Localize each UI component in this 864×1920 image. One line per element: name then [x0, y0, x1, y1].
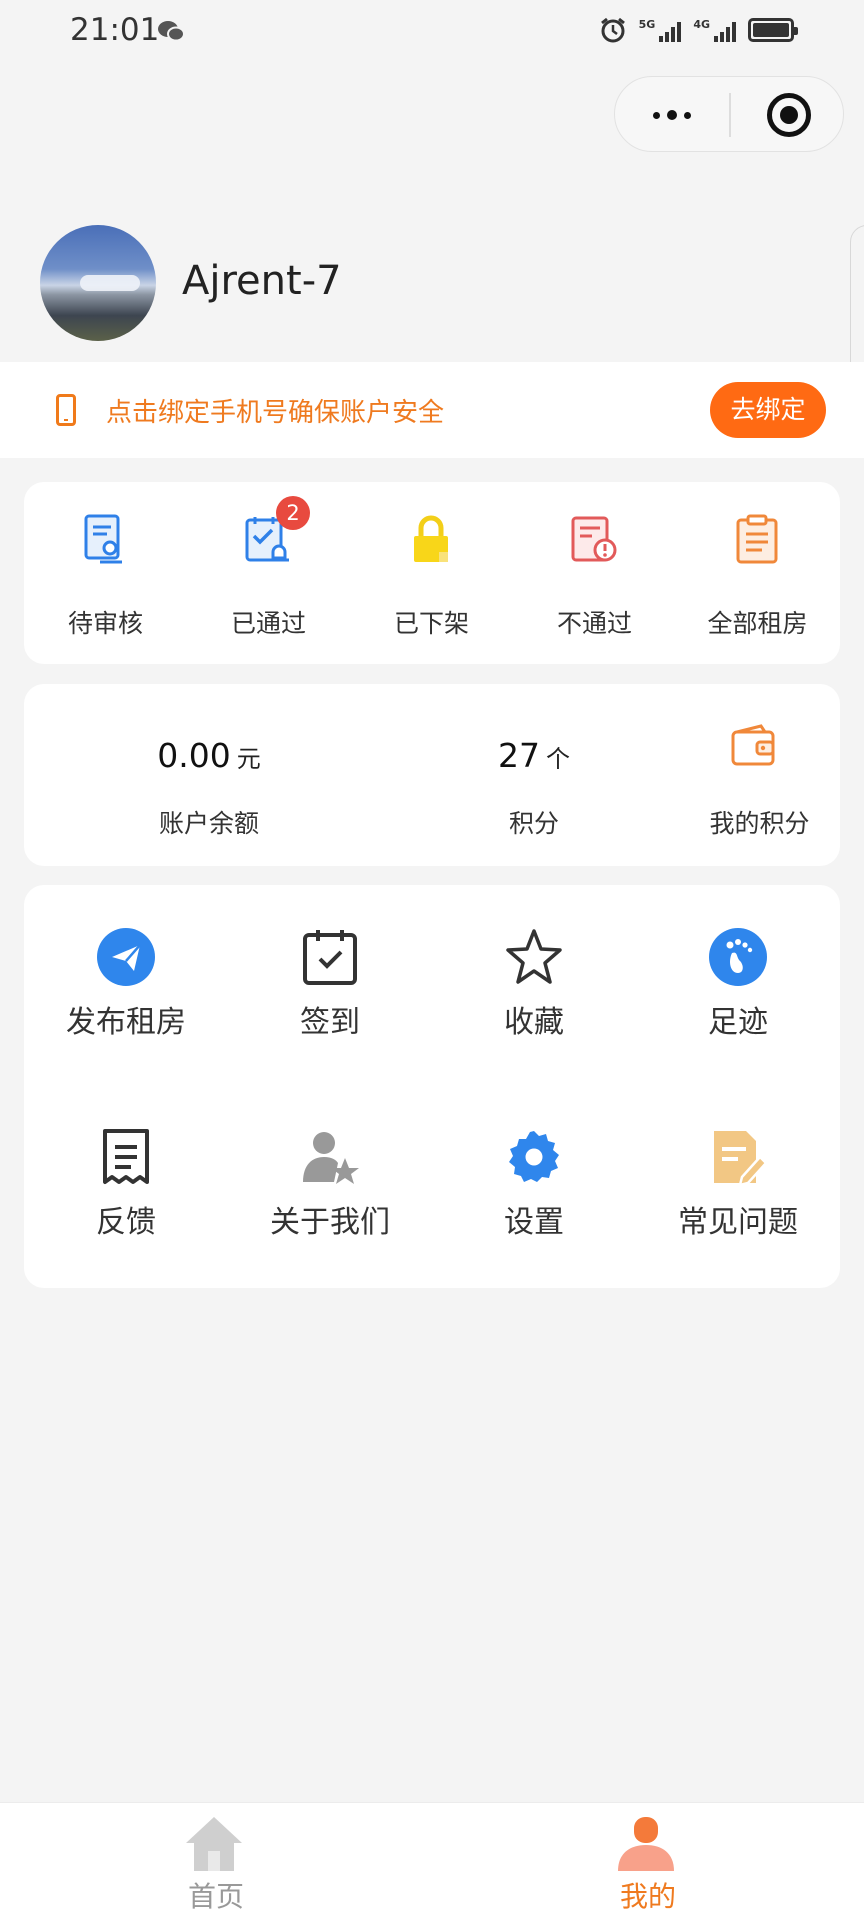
points-column[interactable]: 27 个 积分 — [389, 684, 679, 866]
status-time: 21:01 — [70, 12, 160, 48]
menu-publish-rental[interactable]: 发布租房 — [24, 885, 228, 1055]
receipt-icon — [103, 1129, 149, 1184]
points-unit: 个 — [546, 745, 570, 773]
send-icon — [97, 928, 155, 986]
menu-publish-rental-label: 发布租房 — [66, 1005, 186, 1040]
network-4g-label: 4G — [693, 18, 710, 31]
user-profile-icon — [618, 1817, 674, 1871]
username: Ajrent-7 — [182, 258, 342, 304]
signal-5g-icon: 5G — [639, 18, 682, 42]
status-approved-label: 已通过 — [230, 609, 306, 638]
balance-label: 账户余额 — [158, 809, 259, 838]
star-icon — [506, 929, 562, 984]
lock-icon — [414, 515, 448, 562]
menu-settings-label: 设置 — [504, 1205, 564, 1240]
miniprogram-capsule — [614, 76, 844, 152]
status-all-rentals-label: 全部租房 — [707, 609, 808, 638]
feature-menu-card: 发布租房 签到 收藏 足迹 反馈 关于我们 设置 常见问题 — [24, 885, 840, 1288]
bind-phone-banner: 点击绑定手机号确保账户安全 去绑定 — [0, 362, 864, 458]
footprint-icon — [709, 928, 767, 986]
status-approved[interactable]: 已通过 — [187, 482, 350, 664]
bottom-tab-bar: 首页 我的 — [0, 1802, 864, 1920]
status-rejected[interactable]: 不通过 — [513, 482, 676, 664]
points-label: 积分 — [508, 809, 559, 838]
rejected-icon — [571, 516, 617, 562]
capsule-divider — [729, 93, 731, 137]
menu-feedback-label: 反馈 — [96, 1205, 156, 1240]
menu-feedback[interactable]: 反馈 — [24, 1085, 228, 1255]
clipboard-icon — [736, 514, 778, 564]
menu-check-in-label: 签到 — [300, 1005, 360, 1040]
tab-mine-label: 我的 — [619, 1880, 676, 1913]
status-delisted[interactable]: 已下架 — [350, 482, 513, 664]
status-icons: 5G 4G — [599, 16, 798, 44]
points-value: 27 个 — [389, 736, 679, 775]
points-amount: 27 — [498, 736, 540, 775]
battery-icon — [748, 18, 798, 42]
tab-home-label: 首页 — [187, 1880, 244, 1913]
menu-about-us[interactable]: 关于我们 — [228, 1085, 432, 1255]
balance-column[interactable]: 0.00 元 账户余额 — [64, 684, 354, 866]
user-star-icon — [303, 1132, 359, 1184]
bind-phone-text: 点击绑定手机号确保账户安全 — [106, 398, 445, 428]
menu-favorites-label: 收藏 — [504, 1005, 564, 1040]
balance-value: 0.00 元 — [64, 736, 354, 775]
menu-footprints-label: 足迹 — [708, 1005, 768, 1040]
listing-status-card: 待审核 已通过 2 已下架 不通过 全部租房 — [24, 482, 840, 664]
document-edit-icon — [714, 1131, 768, 1187]
my-points-label: 我的积分 — [709, 809, 810, 838]
menu-footprints[interactable]: 足迹 — [636, 885, 840, 1055]
menu-favorites[interactable]: 收藏 — [432, 885, 636, 1055]
signal-4g-icon: 4G — [693, 18, 736, 42]
menu-faq[interactable]: 常见问题 — [636, 1085, 840, 1255]
calendar-check-icon — [303, 930, 357, 985]
bind-phone-button[interactable]: 去绑定 — [710, 382, 826, 438]
menu-check-in[interactable]: 签到 — [228, 885, 432, 1055]
account-card: 0.00 元 账户余额 27 个 积分 我的积分 — [24, 684, 840, 866]
approved-count-badge: 2 — [276, 496, 310, 530]
menu-about-us-label: 关于我们 — [270, 1205, 390, 1240]
menu-faq-label: 常见问题 — [678, 1205, 798, 1240]
page: 21:01 5G 4G Ajrent-7 点击绑定手机号确保账户安全 去绑定 待… — [0, 0, 864, 1920]
balance-amount: 0.00 — [157, 736, 231, 775]
phone-icon — [56, 394, 76, 426]
status-delisted-label: 已下架 — [393, 609, 469, 638]
status-pending-review-label: 待审核 — [67, 609, 143, 638]
status-bar: 21:01 5G 4G — [0, 0, 864, 62]
close-miniprogram-icon[interactable] — [767, 93, 811, 137]
tab-home[interactable]: 首页 — [0, 1803, 432, 1920]
avatar[interactable] — [40, 225, 156, 341]
tab-mine[interactable]: 我的 — [432, 1803, 864, 1920]
home-icon — [186, 1817, 242, 1871]
balance-unit: 元 — [236, 745, 261, 773]
status-all-rentals[interactable]: 全部租房 — [676, 482, 839, 664]
network-5g-label: 5G — [638, 18, 656, 31]
more-options-button[interactable] — [615, 77, 729, 153]
gear-icon — [509, 1131, 559, 1182]
pending-review-icon — [84, 514, 122, 564]
alarm-icon — [600, 17, 625, 43]
menu-settings[interactable]: 设置 — [432, 1085, 636, 1255]
my-points-column[interactable]: 我的积分 — [679, 684, 840, 866]
status-pending-review[interactable]: 待审核 — [24, 482, 187, 664]
chat-notification-icon — [158, 21, 185, 42]
status-rejected-label: 不通过 — [556, 609, 632, 638]
